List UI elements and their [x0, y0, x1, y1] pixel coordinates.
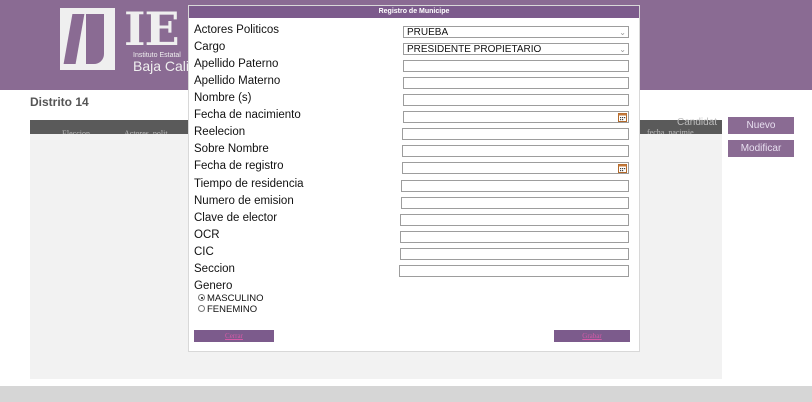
genero-option-label: FENEMINO	[207, 304, 258, 315]
cerrar-button[interactable]: Cerrar	[194, 330, 274, 342]
apellido-paterno-label: Apellido Paterno	[194, 58, 279, 70]
genero-label: Genero	[194, 280, 233, 292]
page-title: Distrito 14	[30, 95, 89, 109]
actores-politicos-select[interactable]: PRUEBA ⌄	[403, 26, 629, 38]
cic-input[interactable]	[400, 248, 629, 260]
genero-option-masculino[interactable]: MASCULINO	[198, 293, 263, 304]
genero-option-label: MASCULINO	[207, 293, 264, 304]
radio-unselected-icon[interactable]	[198, 305, 205, 312]
numero-emision-label: Numero de emision	[194, 195, 294, 207]
genero-option-femenino[interactable]: FENEMINO	[198, 304, 257, 315]
grid-column-header[interactable]: Candidat	[677, 117, 717, 128]
fecha-registro-label: Fecha de registro	[194, 160, 284, 172]
chevron-down-icon: ⌄	[619, 28, 626, 37]
modificar-button[interactable]: Modificar	[728, 140, 794, 157]
sobre-nombre-label: Sobre Nombre	[194, 143, 269, 155]
clave-elector-input[interactable]	[400, 214, 629, 226]
calendar-icon[interactable]	[618, 112, 627, 122]
tiempo-residencia-label: Tiempo de residencia	[194, 178, 304, 190]
cargo-label: Cargo	[194, 41, 226, 53]
ocr-input[interactable]	[400, 231, 629, 243]
tiempo-residencia-input[interactable]	[401, 180, 629, 192]
reelecion-input[interactable]	[402, 128, 629, 140]
fecha-nacimiento-input[interactable]	[403, 111, 629, 123]
seccion-label: Seccion	[194, 263, 235, 275]
logo-letters: IE	[124, 2, 180, 56]
clave-elector-label: Clave de elector	[194, 212, 278, 224]
dialog-title: Registro de Municipe	[189, 6, 639, 18]
nombre-label: Nombre (s)	[194, 92, 252, 104]
numero-emision-input[interactable]	[401, 197, 629, 209]
actores-politicos-label: Actores Politicos	[194, 24, 280, 36]
seccion-input[interactable]	[399, 265, 629, 277]
grabar-button[interactable]: Grabar	[554, 330, 630, 342]
nombre-input[interactable]	[403, 94, 629, 106]
registro-dialog: Registro de Municipe Actores Politicos P…	[189, 6, 639, 351]
cargo-select[interactable]: PRESIDENTE PROPIETARIO ⌄	[403, 43, 629, 55]
fecha-nacimiento-label: Fecha de nacimiento	[194, 109, 301, 121]
logo-icon	[60, 8, 115, 70]
page-footer	[0, 386, 812, 402]
apellido-materno-input[interactable]	[403, 77, 629, 89]
chevron-down-icon: ⌄	[619, 45, 626, 54]
nuevo-button[interactable]: Nuevo	[728, 117, 794, 134]
sobre-nombre-input[interactable]	[402, 145, 629, 157]
reelecion-label: Reelecion	[194, 126, 246, 138]
ocr-label: OCR	[194, 229, 220, 241]
apellido-paterno-input[interactable]	[403, 60, 629, 72]
logo-subtitle-state: Baja Cali	[133, 58, 190, 74]
actores-politicos-value: PRUEBA	[407, 27, 449, 38]
calendar-icon[interactable]	[618, 163, 627, 173]
fecha-registro-input[interactable]	[402, 162, 629, 174]
apellido-materno-label: Apellido Materno	[194, 75, 281, 87]
cic-label: CIC	[194, 246, 214, 258]
radio-selected-icon[interactable]	[198, 294, 205, 301]
cargo-value: PRESIDENTE PROPIETARIO	[407, 44, 542, 55]
